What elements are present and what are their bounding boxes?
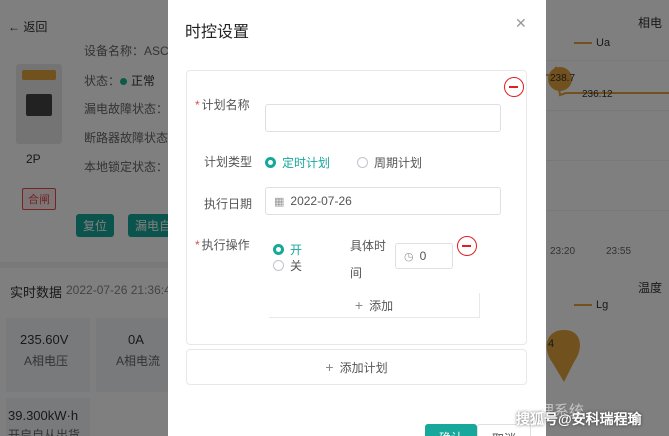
add-plan-button[interactable]: + 添加计划	[186, 349, 527, 385]
plan-card: * 计划名称 计划类型 定时计划 周期计划 执行日期 ▦ 2022-07-26 *…	[186, 70, 527, 345]
specific-time-label-1: 具体时	[350, 239, 387, 253]
remove-plan-icon[interactable]	[504, 77, 524, 97]
clock-icon: ◷	[404, 250, 414, 263]
plan-type-label: 计划类型	[204, 155, 253, 169]
radio-checked-icon	[265, 157, 276, 168]
add-operation-button[interactable]: + 添加	[269, 293, 480, 318]
remove-operation-icon[interactable]	[457, 236, 477, 256]
specific-time-label-2: 间	[350, 266, 363, 280]
plan-name-label: * 计划名称	[195, 98, 250, 112]
radio-unchecked-icon	[273, 260, 284, 271]
radio-cycle-plan[interactable]: 周期计划	[357, 154, 422, 171]
plus-icon: +	[325, 359, 334, 375]
wechat-icon: ⚭	[374, 403, 387, 420]
radio-on[interactable]: 开	[273, 241, 302, 258]
radio-timed-plan[interactable]: 定时计划	[265, 154, 330, 171]
close-icon[interactable]: ✕	[515, 15, 527, 32]
plus-icon: +	[354, 297, 364, 313]
radio-off[interactable]: 关	[273, 257, 302, 274]
timer-settings-dialog: 时控设置 ✕ * 计划名称 计划类型 定时计划 周期计划 执行日期 ▦ 2022-…	[168, 0, 546, 436]
confirm-button[interactable]: 确认	[425, 424, 478, 436]
plan-name-input[interactable]	[265, 104, 501, 132]
radio-checked-icon	[273, 244, 284, 255]
exec-date-label: 执行日期	[204, 197, 253, 211]
exec-date-input[interactable]: ▦ 2022-07-26	[265, 187, 501, 215]
sohu-watermark: 搜狐号@安科瑞程瑜	[516, 411, 642, 427]
exec-op-label: * 执行操作	[195, 238, 250, 252]
radio-unchecked-icon	[357, 157, 368, 168]
dialog-title: 时控设置	[185, 24, 250, 41]
calendar-icon: ▦	[274, 195, 285, 208]
specific-time-input[interactable]: ◷ 0	[395, 243, 453, 269]
